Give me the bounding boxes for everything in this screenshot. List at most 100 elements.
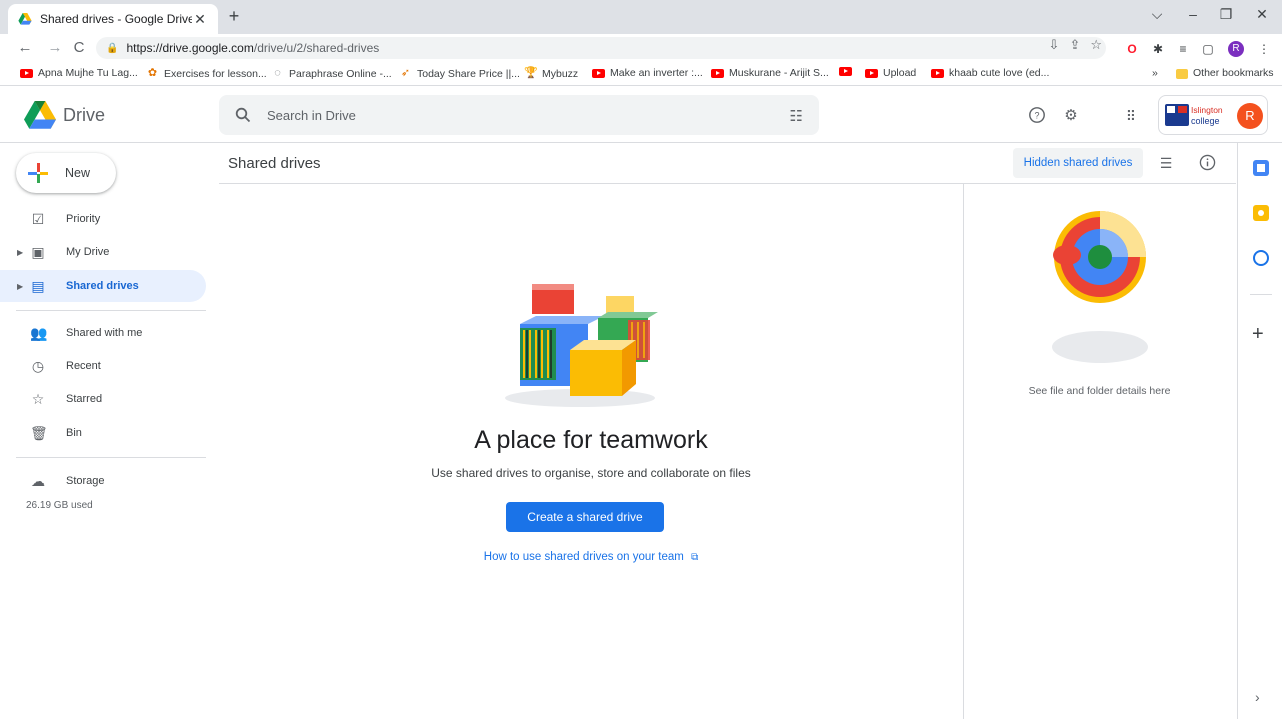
page-title: Shared drives [228, 155, 321, 172]
youtube-icon [839, 67, 852, 76]
omnibox-actions: ⇩ ⇪ ☆ [1049, 37, 1102, 53]
extensions-puzzle-icon[interactable]: ✱ [1150, 41, 1166, 57]
globe-icon: ◌ [274, 67, 281, 79]
nav-item-shared-drives[interactable]: ▶ ▤ Shared drives [0, 270, 206, 302]
youtube-icon [711, 68, 724, 78]
keep-icon[interactable] [1253, 205, 1269, 221]
expand-panel-icon[interactable]: › [1255, 689, 1260, 705]
tasks-icon[interactable] [1253, 250, 1269, 266]
bookmark-label: Today Share Price ||... [417, 67, 520, 80]
bookmark-item[interactable] [839, 67, 857, 76]
nav-item-storage[interactable]: ☁ Storage [0, 465, 206, 497]
apps-grid-icon[interactable]: ⠿ [1121, 106, 1141, 126]
empty-state-description: Use shared drives to organise, store and… [431, 466, 751, 480]
cloud-icon: ☁ [31, 473, 45, 489]
nav-item-label: Shared with me [66, 327, 143, 339]
hidden-shared-drives-button[interactable]: Hidden shared drives [1013, 148, 1143, 178]
profile-avatar[interactable]: R [1228, 41, 1244, 57]
settings-gear-icon[interactable]: ⚙ [1061, 106, 1081, 126]
nav-item-label: Recent [66, 360, 101, 372]
restore-icon[interactable]: ❐ [1214, 6, 1238, 23]
storage-used-text: 26.19 GB used [26, 500, 93, 511]
calendar-icon[interactable] [1253, 160, 1269, 176]
youtube-icon [592, 68, 605, 78]
bookmark-item[interactable]: Muskurane - Arijit S... [711, 67, 829, 79]
nav-item-shared-with-me[interactable]: 👥 Shared with me [0, 317, 206, 349]
minimize-icon[interactable]: – [1181, 6, 1205, 22]
reload-icon[interactable]: C [70, 39, 88, 56]
expand-arrow-icon[interactable]: ▶ [17, 248, 23, 257]
nav-divider [16, 457, 206, 458]
bookmark-label: Apna Mujhe Tu Lag... [38, 67, 138, 79]
search-bar[interactable]: ☷ [219, 95, 819, 135]
back-icon[interactable]: ← [16, 39, 34, 56]
new-button[interactable]: New [16, 153, 116, 193]
bookmark-item[interactable]: ➶ Today Share Price ||... [399, 67, 520, 80]
bookmark-item[interactable]: Apna Mujhe Tu Lag... [20, 67, 138, 79]
shared-drives-icon: ▤ [31, 278, 45, 294]
search-icon[interactable] [235, 107, 251, 123]
nav-item-starred[interactable]: ☆ Starred [0, 383, 206, 415]
drive-header: Drive ☷ ? ⚙ ⠿ Islington college R [0, 87, 1282, 143]
youtube-icon [865, 68, 878, 78]
bookmark-item[interactable]: ✿ Exercises for lesson... [146, 67, 267, 80]
nav-item-my-drive[interactable]: ▶ ▣ My Drive [0, 236, 206, 268]
opera-extension-icon[interactable]: O [1124, 41, 1140, 57]
bookmark-label: Make an inverter :... [610, 67, 703, 79]
bookmarks-bar: Apna Mujhe Tu Lag... ✿ Exercises for less… [0, 62, 1282, 86]
side-panel-icon[interactable]: ▢ [1200, 41, 1216, 57]
help-icon[interactable]: ? [1027, 106, 1047, 126]
nav-item-bin[interactable]: 🗑 Bin [0, 417, 206, 449]
window-close-icon[interactable]: ✕ [1250, 6, 1274, 23]
bookmark-item[interactable]: khaab cute love (ed... [931, 67, 1049, 79]
browser-menu-icon[interactable]: ⋮ [1256, 41, 1272, 57]
nav-item-label: Storage [66, 475, 105, 487]
bookmark-label: Mybuzz [542, 67, 579, 80]
info-icon[interactable] [1198, 154, 1216, 172]
other-bookmarks[interactable]: Other bookmarks [1176, 67, 1274, 79]
bookmark-item[interactable]: Upload [865, 67, 916, 79]
lock-icon: 🔒 [106, 42, 119, 54]
how-to-link-label[interactable]: How to use shared drives on your team [484, 551, 684, 563]
add-addon-icon[interactable]: + [1252, 323, 1264, 346]
url-omnibox[interactable]: 🔒 https://drive.google.com/drive/u/2/sha… [96, 37, 1106, 59]
bookmark-item[interactable]: 🏆 Mybuzz [524, 67, 578, 80]
bookmark-item[interactable]: ◌ Paraphrase Online -... [271, 67, 392, 80]
app-name[interactable]: Drive [63, 105, 105, 126]
app-icon: ✿ [147, 67, 158, 79]
create-shared-drive-button[interactable]: Create a shared drive [506, 502, 664, 532]
my-drive-icon: ▣ [31, 244, 45, 260]
new-tab-button[interactable]: + [224, 6, 244, 28]
search-input[interactable] [267, 107, 747, 123]
drive-logo-icon[interactable] [24, 101, 56, 129]
bookmark-item[interactable]: Make an inverter :... [592, 67, 703, 79]
bookmark-label: Muskurane - Arijit S... [729, 67, 829, 79]
forward-icon[interactable]: → [46, 39, 64, 56]
expand-arrow-icon[interactable]: ▶ [17, 282, 23, 291]
nav-item-label: Shared drives [66, 280, 139, 292]
reading-list-icon[interactable]: ≡ [1175, 41, 1191, 57]
share-icon[interactable]: ⇪ [1069, 37, 1080, 53]
nav-divider [16, 310, 206, 311]
people-icon: 👥 [30, 325, 48, 341]
url-path: /drive/u/2/shared-drives [253, 41, 380, 55]
folder-icon [1176, 68, 1188, 79]
stock-icon: ➶ [400, 67, 411, 79]
nav-item-recent[interactable]: ◷ Recent [0, 350, 206, 382]
browser-tab-bar: Shared drives - Google Drive ✕ + ⌵ – ❐ ✕ [0, 0, 1282, 34]
how-to-link[interactable]: How to use shared drives on your team ⧉ [219, 551, 963, 563]
bookmark-label: khaab cute love (ed... [949, 67, 1050, 79]
nav-item-priority[interactable]: ☑ Priority [0, 203, 206, 235]
youtube-icon [931, 68, 944, 78]
browser-tab[interactable]: Shared drives - Google Drive ✕ [8, 4, 218, 34]
address-bar-row: ← → C 🔒 https://drive.google.com/drive/u… [0, 34, 1282, 62]
account-avatar[interactable]: R [1237, 103, 1263, 129]
list-view-icon[interactable]: ☰ [1157, 154, 1175, 172]
search-options-icon[interactable]: ☷ [790, 107, 803, 125]
bookmark-star-icon[interactable]: ☆ [1090, 37, 1102, 53]
install-app-icon[interactable]: ⇩ [1049, 37, 1060, 53]
drive-favicon-icon [18, 13, 32, 25]
close-tab-icon[interactable]: ✕ [192, 11, 208, 28]
tab-search-icon[interactable]: ⌵ [1145, 6, 1169, 23]
more-bookmarks-button[interactable]: » [1152, 67, 1158, 79]
